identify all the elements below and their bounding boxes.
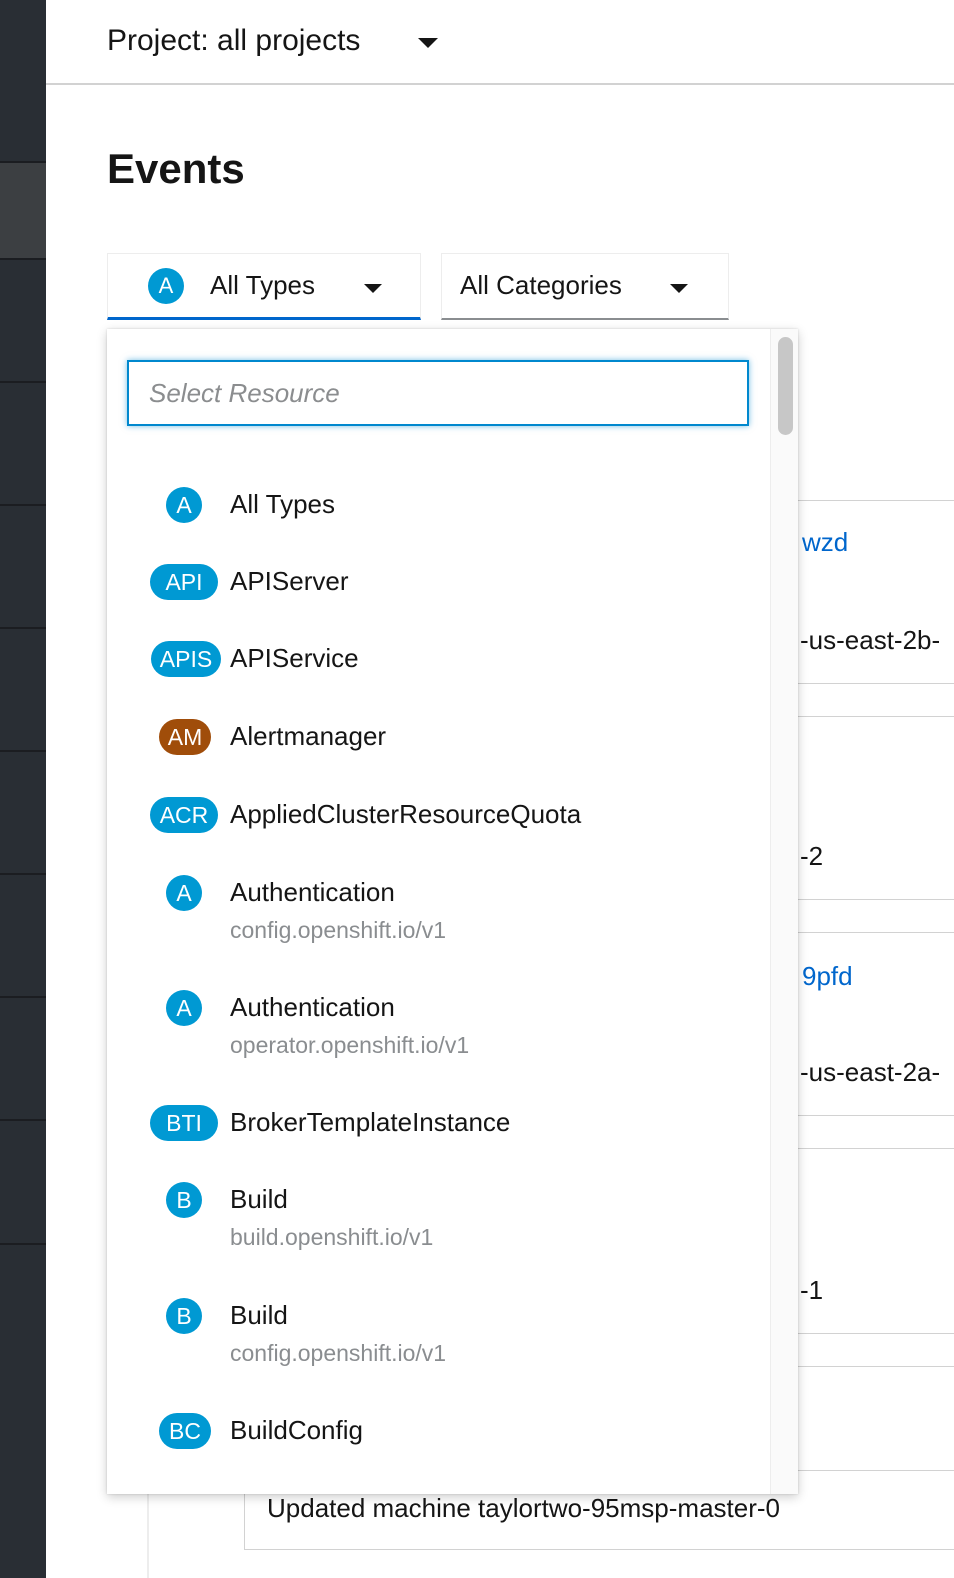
resource-badge: APIS — [151, 641, 221, 677]
resource-option-title: Authentication — [230, 992, 395, 1022]
nav-item[interactable] — [0, 875, 46, 998]
resource-option[interactable]: A Authentication config.openshift.io/v1 — [107, 875, 767, 977]
caret-down-icon[interactable] — [418, 38, 438, 48]
resource-option[interactable]: A Authentication operator.openshift.io/v1 — [107, 990, 767, 1092]
resource-option-title: Alertmanager — [230, 721, 387, 751]
scrollbar[interactable] — [770, 329, 798, 1494]
event-resource-link[interactable]: wzd — [802, 527, 848, 558]
project-selector[interactable]: Project: all projects — [107, 24, 360, 58]
resource-badge: AM — [159, 719, 211, 755]
resource-option-api-group: config.openshift.io/v1 — [230, 917, 447, 943]
resource-type-dropdown: A All Types API APIServer APIS APIService AM Al… — [107, 329, 798, 1494]
scrollbar-thumb[interactable] — [778, 337, 793, 435]
event-card: wzd -us-east-2b- — [797, 500, 954, 684]
event-text: -us-east-2a- — [800, 1057, 941, 1087]
resource-option-api-group: operator.openshift.io/v1 — [230, 1032, 470, 1058]
event-card — [797, 1366, 954, 1486]
event-card: -1 — [797, 1148, 954, 1334]
resource-option[interactable]: BC BuildConfig — [107, 1413, 767, 1475]
resource-option[interactable]: AM Alertmanager — [107, 719, 767, 781]
category-filter-label: All Categories — [460, 270, 622, 300]
resource-option[interactable]: A All Types — [107, 487, 767, 549]
nav-item-active[interactable] — [0, 163, 46, 260]
event-text: Updated machine taylortwo-95msp-master-0 — [267, 1493, 780, 1523]
side-nav-rail — [0, 0, 46, 1578]
resource-badge: A — [166, 487, 202, 523]
category-filter-toggle[interactable]: All Categories — [441, 253, 729, 320]
resource-search-input[interactable] — [127, 360, 749, 426]
nav-item[interactable] — [0, 0, 46, 163]
event-resource-link[interactable]: 9pfd — [802, 961, 853, 992]
resource-option[interactable]: B Build build.openshift.io/v1 — [107, 1182, 767, 1284]
resource-option-title: All Types — [230, 489, 336, 519]
resource-badge: A — [166, 990, 202, 1026]
nav-item[interactable] — [0, 260, 46, 383]
resource-badge: ACR — [150, 797, 218, 833]
caret-down-icon — [364, 284, 382, 293]
caret-down-icon — [670, 284, 688, 293]
event-card: 9pfd -us-east-2a- — [797, 932, 954, 1116]
nav-item[interactable] — [0, 506, 46, 629]
resource-option-api-group: build.openshift.io/v1 — [230, 1224, 434, 1250]
resource-option[interactable]: B Build config.openshift.io/v1 — [107, 1298, 767, 1400]
resource-badge: BTI — [150, 1105, 218, 1141]
resource-option-title: BuildConfig — [230, 1415, 363, 1445]
resource-option[interactable]: BTI BrokerTemplateInstance — [107, 1105, 767, 1167]
project-bar: Project: all projects — [46, 0, 954, 85]
nav-item[interactable] — [0, 998, 46, 1121]
resource-option-title: AppliedClusterResourceQuota — [230, 799, 582, 829]
resource-option-api-group: config.openshift.io/v1 — [230, 1340, 447, 1366]
resource-option-title: APIServer — [230, 566, 349, 596]
event-text: -2 — [800, 841, 824, 871]
resource-badge: BC — [159, 1413, 211, 1449]
resource-option[interactable]: API APIServer — [107, 564, 767, 626]
resource-option-title: Build — [230, 1184, 288, 1214]
resource-option-title: Authentication — [230, 877, 395, 907]
resource-option-title: BrokerTemplateInstance — [230, 1107, 511, 1137]
type-filter-label: All Types — [210, 270, 316, 300]
resource-badge: API — [150, 564, 218, 600]
resource-option-title: APIService — [230, 643, 359, 673]
resource-option[interactable]: APIS APIService — [107, 641, 767, 703]
nav-item[interactable] — [0, 383, 46, 506]
event-text: -us-east-2b- — [800, 625, 941, 655]
type-filter-toggle[interactable]: A All Types — [107, 253, 421, 320]
resource-option[interactable]: ACR AppliedClusterResourceQuota — [107, 797, 767, 859]
event-text: -1 — [800, 1275, 824, 1305]
event-card: -2 — [797, 716, 954, 900]
resource-badge: B — [166, 1298, 202, 1334]
nav-item[interactable] — [0, 752, 46, 875]
nav-item[interactable] — [0, 629, 46, 752]
resource-option-title: Build — [230, 1300, 288, 1330]
resource-badge: A — [166, 875, 202, 911]
page-title: Events — [107, 145, 245, 192]
resource-badge: B — [166, 1182, 202, 1218]
nav-item[interactable] — [0, 1121, 46, 1245]
resource-badge: A — [148, 268, 184, 304]
